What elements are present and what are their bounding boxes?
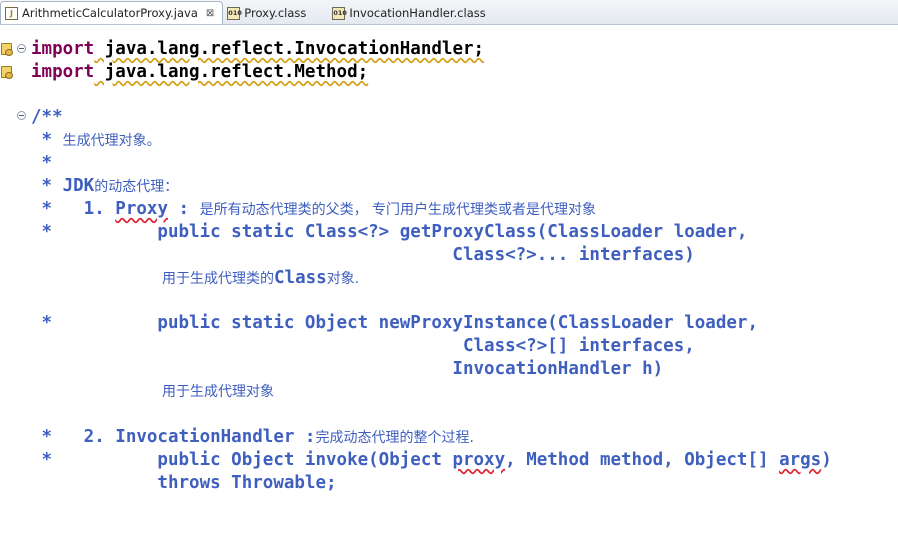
code-line: InvocationHandler h) (31, 359, 664, 379)
editor-tab-bar: J ArithmeticCalculatorProxy.java ⊠ 010 P… (0, 0, 898, 25)
code-line: * 1. Proxy : 是所有动态代理类的父类， 专门用户生成代理类或者是代理… (31, 199, 597, 219)
tab-label: Proxy.class (244, 6, 307, 20)
tab-arithmetic-calculator-proxy[interactable]: J ArithmeticCalculatorProxy.java ⊠ (0, 1, 224, 24)
java-file-icon: J (5, 6, 18, 20)
code-line: import java.lang.reflect.InvocationHandl… (31, 39, 485, 59)
class-file-icon: 010 (227, 6, 242, 20)
code-line: 用于生成代理对象 (162, 384, 274, 400)
code-line: import java.lang.reflect.Method; (31, 62, 369, 82)
tab-label: InvocationHandler.class (349, 6, 486, 20)
code-editor[interactable]: import java.lang.reflect.InvocationHandl… (0, 25, 898, 494)
code-line: * public Object invoke(Object proxy, Met… (31, 450, 832, 470)
class-file-icon: 010 (332, 6, 347, 20)
tab-invocationhandler-class[interactable]: 010 InvocationHandler.class (328, 2, 493, 24)
code-line: /** (31, 107, 63, 127)
close-tab-icon[interactable]: ⊠ (206, 8, 214, 19)
code-line: * JDK的动态代理： (31, 176, 179, 196)
code-line: * 生成代理对象。 (31, 130, 161, 150)
code-line: 用于生成代理类的Class对象. (162, 268, 360, 288)
tab-proxy-class[interactable]: 010 Proxy.class (223, 2, 314, 24)
code-line: Class<?>[] interfaces, (31, 336, 695, 356)
code-line: * (31, 153, 53, 173)
tab-label: ArithmeticCalculatorProxy.java (22, 6, 198, 20)
code-line: * public static Class<?> getProxyClass(C… (31, 222, 748, 242)
code-line: Class<?>... interfaces) (31, 245, 695, 265)
code-line: throws Throwable; (31, 473, 337, 493)
code-line: * public static Object newProxyInstance(… (31, 313, 758, 333)
code-line: * 2. InvocationHandler :完成动态代理的整个过程. (31, 427, 474, 447)
